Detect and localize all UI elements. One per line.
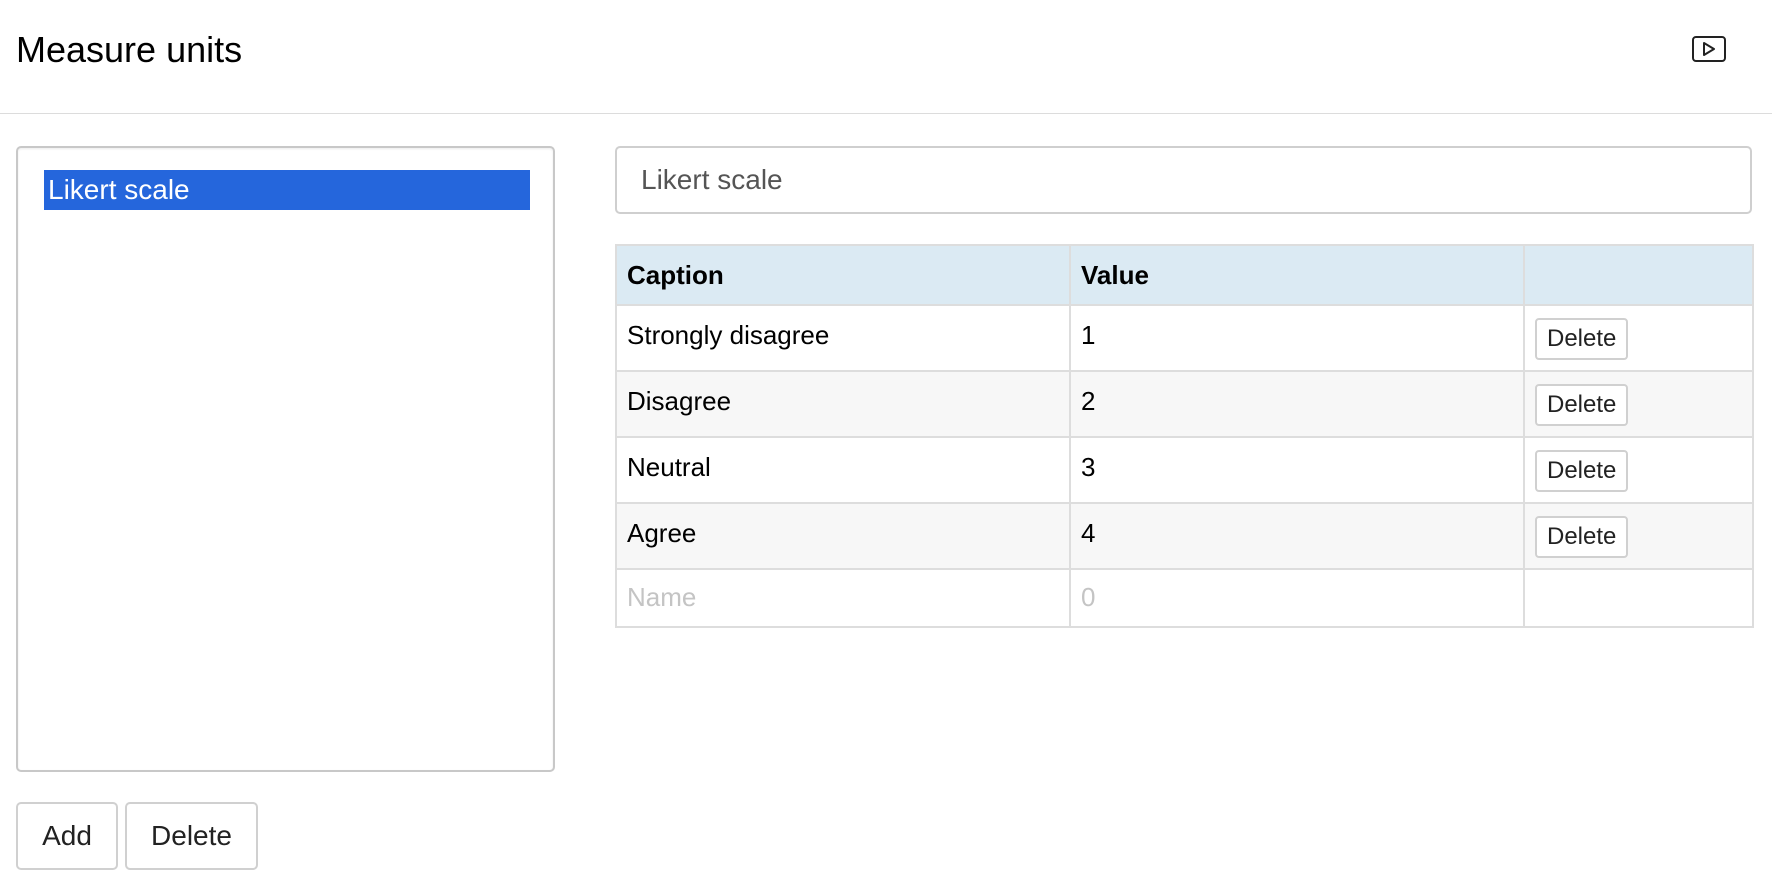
delete-unit-button[interactable]: Delete [125, 802, 258, 870]
caption-column-header: Caption [615, 244, 1071, 306]
unit-name-input[interactable] [615, 146, 1752, 214]
page-title: Measure units [16, 29, 243, 70]
delete-row-button[interactable]: Delete [1535, 516, 1629, 558]
measure-units-list[interactable]: Likert scale [16, 146, 555, 772]
value-cell[interactable]: 3 [1069, 436, 1525, 504]
actions-cell: Delete [1523, 436, 1754, 504]
caption-cell[interactable]: Neutral [615, 436, 1071, 504]
list-item-likert-scale[interactable]: Likert scale [44, 170, 530, 210]
actions-cell: Delete [1523, 304, 1754, 372]
delete-row-button[interactable]: Delete [1535, 384, 1629, 426]
add-unit-button[interactable]: Add [16, 802, 118, 870]
table-row: Strongly disagree 1 Delete [615, 304, 1754, 372]
new-entry-row [615, 568, 1754, 628]
new-caption-cell [615, 568, 1071, 628]
page-header: Measure units [0, 0, 1772, 114]
table-row: Agree 4 Delete [615, 502, 1754, 570]
table-row: Neutral 3 Delete [615, 436, 1754, 504]
unit-values-table: Caption Value Strongly disagree 1 Delete… [615, 244, 1754, 628]
value-cell[interactable]: 4 [1069, 502, 1525, 570]
play-video-icon[interactable] [1692, 36, 1726, 62]
caption-cell[interactable]: Agree [615, 502, 1071, 570]
caption-cell[interactable]: Disagree [615, 370, 1071, 438]
value-cell[interactable]: 1 [1069, 304, 1525, 372]
actions-column-header [1523, 244, 1754, 306]
new-actions-cell [1523, 568, 1754, 628]
actions-cell: Delete [1523, 370, 1754, 438]
play-triangle-icon [1703, 42, 1715, 56]
caption-cell[interactable]: Strongly disagree [615, 304, 1071, 372]
value-column-header: Value [1069, 244, 1525, 306]
value-cell[interactable]: 2 [1069, 370, 1525, 438]
delete-row-button[interactable]: Delete [1535, 318, 1629, 360]
new-caption-input[interactable] [627, 582, 1059, 613]
actions-cell: Delete [1523, 502, 1754, 570]
new-value-input[interactable] [1081, 582, 1513, 613]
new-value-cell [1069, 568, 1525, 628]
table-row: Disagree 2 Delete [615, 370, 1754, 438]
table-header-row: Caption Value [615, 244, 1754, 306]
delete-row-button[interactable]: Delete [1535, 450, 1629, 492]
